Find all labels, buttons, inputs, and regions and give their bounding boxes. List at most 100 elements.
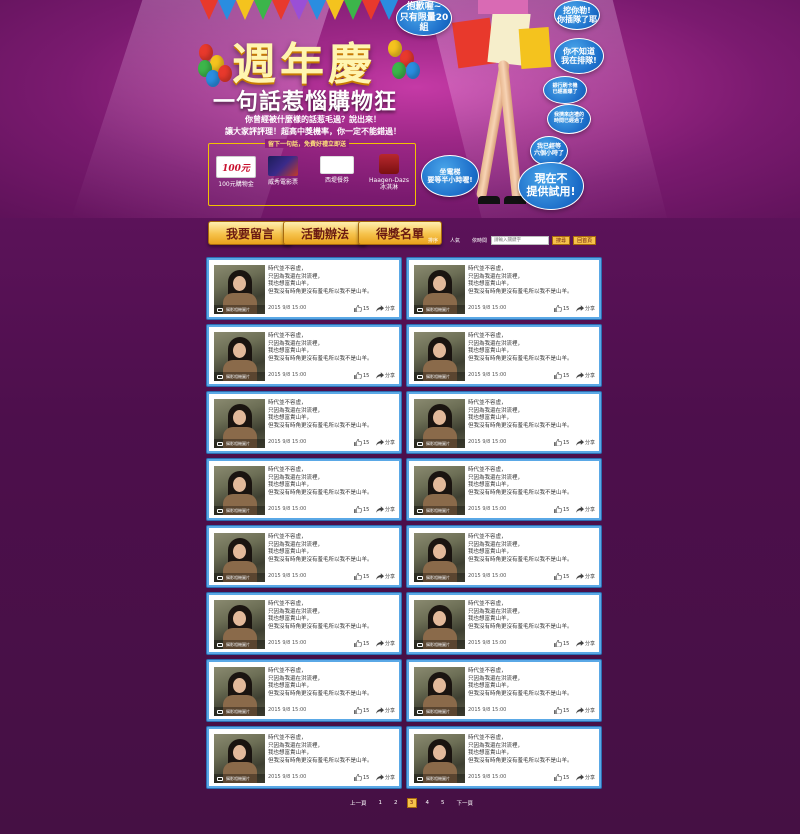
share-arrow-icon bbox=[576, 774, 584, 781]
like-button[interactable]: 15 bbox=[354, 707, 369, 714]
message-card[interactable]: 攝影相機圖片 時代並不容虛， 只因為我還在洪流裡， 我也想富貴山羊， 但我沒有時… bbox=[407, 392, 601, 453]
back-home-button[interactable]: 回首頁 bbox=[573, 235, 597, 245]
share-button[interactable]: 分享 bbox=[576, 506, 595, 513]
message-card[interactable]: 攝影相機圖片 時代並不容虛， 只因為我還在洪流裡， 我也想富貴山羊， 但我沒有時… bbox=[407, 325, 601, 386]
camera-icon bbox=[217, 643, 223, 647]
share-button[interactable]: 分享 bbox=[376, 573, 395, 580]
card-photo[interactable]: 攝影相機圖片 bbox=[414, 667, 465, 716]
share-button[interactable]: 分享 bbox=[376, 506, 395, 513]
like-button[interactable]: 15 bbox=[354, 506, 369, 513]
share-button[interactable]: 分享 bbox=[576, 372, 595, 379]
photo-figure bbox=[233, 544, 246, 559]
thumbs-up-icon bbox=[554, 573, 562, 580]
photo-caption: 攝影相機圖片 bbox=[226, 776, 250, 781]
sort-link-time[interactable]: 依時間 bbox=[472, 237, 487, 244]
card-photo[interactable]: 攝影相機圖片 bbox=[414, 533, 465, 582]
card-photo[interactable]: 攝影相機圖片 bbox=[214, 734, 265, 783]
share-button[interactable]: 分享 bbox=[376, 707, 395, 714]
share-button[interactable]: 分享 bbox=[576, 305, 595, 312]
like-button[interactable]: 15 bbox=[354, 640, 369, 647]
share-button[interactable]: 分享 bbox=[576, 573, 595, 580]
like-count: 15 bbox=[563, 305, 570, 312]
card-photo[interactable]: 攝影相機圖片 bbox=[414, 466, 465, 515]
message-card[interactable]: 攝影相機圖片 時代並不容虛， 只因為我還在洪流裡， 我也想富貴山羊， 但我沒有時… bbox=[407, 660, 601, 721]
card-photo[interactable]: 攝影相機圖片 bbox=[414, 600, 465, 649]
prize-restaurant-voucher: 西堤餐券 bbox=[317, 156, 357, 184]
card-photo[interactable]: 攝影相機圖片 bbox=[214, 667, 265, 716]
photo-caption: 攝影相機圖片 bbox=[426, 374, 450, 379]
message-card[interactable]: 攝影相機圖片 時代並不容虛， 只因為我還在洪流裡， 我也想富貴山羊， 但我沒有時… bbox=[407, 459, 601, 520]
card-photo[interactable]: 攝影相機圖片 bbox=[214, 399, 265, 448]
message-card[interactable]: 攝影相機圖片 時代並不容虛， 只因為我還在洪流裡， 我也想富貴山羊， 但我沒有時… bbox=[407, 526, 601, 587]
share-label: 分享 bbox=[585, 373, 596, 379]
voucher-icon: 100元 bbox=[216, 156, 256, 178]
message-card[interactable]: 攝影相機圖片 時代並不容虛， 只因為我還在洪流裡， 我也想富貴山羊， 但我沒有時… bbox=[407, 593, 601, 654]
thumbs-up-icon bbox=[554, 439, 562, 446]
message-card[interactable]: 攝影相機圖片 時代並不容虛， 只因為我還在洪流裡， 我也想富貴山羊， 但我沒有時… bbox=[207, 392, 401, 453]
share-button[interactable]: 分享 bbox=[576, 640, 595, 647]
like-button[interactable]: 15 bbox=[354, 774, 369, 781]
share-button[interactable]: 分享 bbox=[376, 774, 395, 781]
like-button[interactable]: 15 bbox=[554, 305, 569, 312]
sort-search-bar: 排序 人氣 依時間 搜尋 回首頁 bbox=[428, 234, 597, 246]
message-card[interactable]: 攝影相機圖片 時代並不容虛， 只因為我還在洪流裡， 我也想富貴山羊， 但我沒有時… bbox=[207, 526, 401, 587]
share-button[interactable]: 分享 bbox=[576, 774, 595, 781]
prev-page-link[interactable]: 上一頁 bbox=[350, 799, 367, 807]
message-card[interactable]: 攝影相機圖片 時代並不容虛， 只因為我還在洪流裡， 我也想富貴山羊， 但我沒有時… bbox=[207, 727, 401, 788]
camera-icon bbox=[417, 777, 423, 781]
card-photo[interactable]: 攝影相機圖片 bbox=[214, 466, 265, 515]
sort-link-popular[interactable]: 人氣 bbox=[450, 237, 460, 244]
message-card[interactable]: 攝影相機圖片 時代並不容虛， 只因為我還在洪流裡， 我也想富貴山羊， 但我沒有時… bbox=[207, 593, 401, 654]
card-date: 2015 9/8 15:00 bbox=[268, 439, 307, 445]
share-button[interactable]: 分享 bbox=[576, 707, 595, 714]
share-button[interactable]: 分享 bbox=[376, 640, 395, 647]
card-photo[interactable]: 攝影相機圖片 bbox=[214, 533, 265, 582]
next-page-link[interactable]: 下一頁 bbox=[457, 799, 474, 807]
message-card[interactable]: 攝影相機圖片 時代並不容虛， 只因為我還在洪流裡， 我也想富貴山羊， 但我沒有時… bbox=[207, 660, 401, 721]
share-button[interactable]: 分享 bbox=[376, 305, 395, 312]
share-button[interactable]: 分享 bbox=[376, 372, 395, 379]
like-button[interactable]: 15 bbox=[554, 573, 569, 580]
card-photo[interactable]: 攝影相機圖片 bbox=[414, 734, 465, 783]
card-photo[interactable]: 攝影相機圖片 bbox=[214, 600, 265, 649]
page-link[interactable]: 2 bbox=[394, 800, 398, 806]
photo-figure bbox=[433, 678, 446, 693]
page-link-current[interactable]: 3 bbox=[406, 798, 417, 808]
speech-bubble: 現在不 提供試用! bbox=[518, 162, 584, 210]
card-photo[interactable]: 攝影相機圖片 bbox=[214, 265, 265, 314]
leave-message-button[interactable]: 我要留言 bbox=[208, 221, 292, 245]
like-button[interactable]: 15 bbox=[354, 372, 369, 379]
card-photo[interactable]: 攝影相機圖片 bbox=[214, 332, 265, 381]
share-button[interactable]: 分享 bbox=[376, 439, 395, 446]
like-button[interactable]: 15 bbox=[554, 372, 569, 379]
message-card[interactable]: 攝影相機圖片 時代並不容虛， 只因為我還在洪流裡， 我也想富貴山羊， 但我沒有時… bbox=[407, 727, 601, 788]
like-button[interactable]: 15 bbox=[354, 439, 369, 446]
message-card[interactable]: 攝影相機圖片 時代並不容虛， 只因為我還在洪流裡， 我也想富貴山羊， 但我沒有時… bbox=[207, 258, 401, 319]
sort-link-latest[interactable]: 排序 bbox=[428, 237, 438, 244]
message-card[interactable]: 攝影相機圖片 時代並不容虛， 只因為我還在洪流裡， 我也想富貴山羊， 但我沒有時… bbox=[207, 459, 401, 520]
page-link[interactable]: 1 bbox=[379, 800, 383, 806]
search-input[interactable] bbox=[491, 235, 550, 245]
card-photo[interactable]: 攝影相機圖片 bbox=[414, 265, 465, 314]
card-photo[interactable]: 攝影相機圖片 bbox=[414, 399, 465, 448]
message-card[interactable]: 攝影相機圖片 時代並不容虛， 只因為我還在洪流裡， 我也想富貴山羊， 但我沒有時… bbox=[407, 258, 601, 319]
like-button[interactable]: 15 bbox=[354, 573, 369, 580]
message-card[interactable]: 攝影相機圖片 時代並不容虛， 只因為我還在洪流裡， 我也想富貴山羊， 但我沒有時… bbox=[207, 325, 401, 386]
share-button[interactable]: 分享 bbox=[576, 439, 595, 446]
like-button[interactable]: 15 bbox=[554, 506, 569, 513]
share-arrow-icon bbox=[576, 372, 584, 379]
search-button[interactable]: 搜尋 bbox=[552, 235, 571, 245]
bunting-flag bbox=[344, 0, 362, 20]
page-link[interactable]: 4 bbox=[426, 800, 430, 806]
like-button[interactable]: 15 bbox=[554, 774, 569, 781]
card-photo[interactable]: 攝影相機圖片 bbox=[414, 332, 465, 381]
photo-caption: 攝影相機圖片 bbox=[426, 441, 450, 446]
like-button[interactable]: 15 bbox=[354, 305, 369, 312]
share-label: 分享 bbox=[585, 641, 596, 647]
voucher-amount: 100元 bbox=[222, 163, 250, 174]
like-button[interactable]: 15 bbox=[554, 640, 569, 647]
like-button[interactable]: 15 bbox=[554, 707, 569, 714]
page-link[interactable]: 5 bbox=[441, 800, 445, 806]
rules-button[interactable]: 活動辦法 bbox=[283, 221, 367, 245]
like-button[interactable]: 15 bbox=[554, 439, 569, 446]
